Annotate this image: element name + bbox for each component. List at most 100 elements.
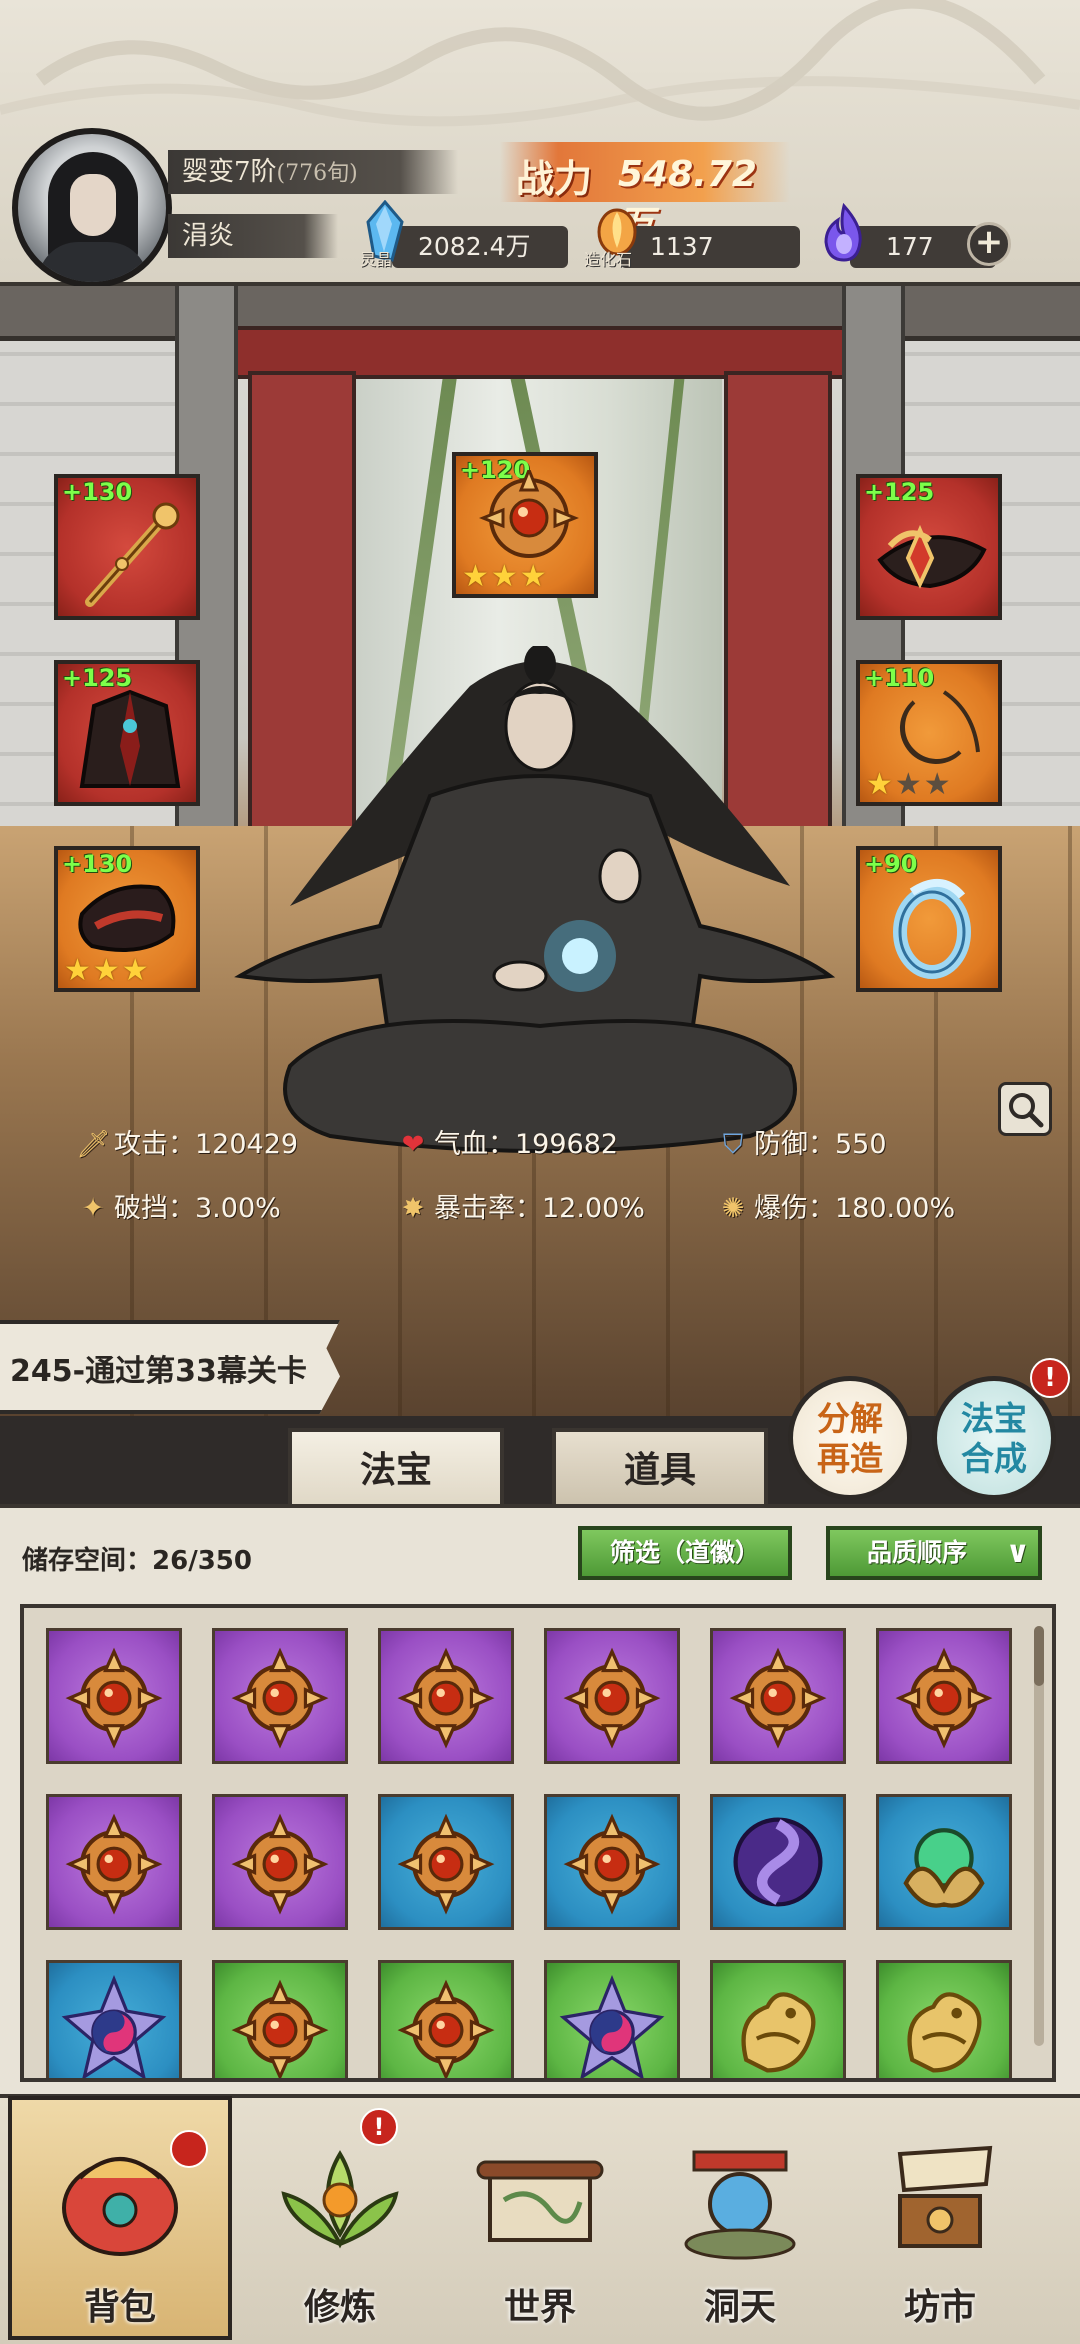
inventory-item[interactable]: [46, 1960, 182, 2078]
cultivate-alert-badge: !: [360, 2108, 398, 2146]
nav-label: 背包: [83, 2286, 156, 2328]
yin-yang-star-icon: [61, 1975, 167, 2078]
equip-slot-necklace[interactable]: +110 ★★★: [856, 660, 1002, 806]
slot-stars: ★★★: [866, 767, 953, 802]
sun-medallion-icon: [231, 1979, 329, 2078]
purple-flame-icon: [824, 202, 862, 262]
storage-value: 26/350: [152, 1546, 252, 1576]
tab-treasures[interactable]: 法宝: [288, 1428, 504, 1508]
stat-label: 暴击率：: [434, 1193, 542, 1224]
break-shield-icon: ✦: [81, 1193, 105, 1224]
inventory-item[interactable]: [710, 1794, 846, 1930]
crit-icon: ✸: [401, 1193, 425, 1224]
player-avatar[interactable]: [12, 128, 172, 288]
treasure-synthesis-button[interactable]: 法宝 合成: [932, 1376, 1056, 1500]
sun-medallion-icon: [563, 1647, 661, 1749]
attribute-panel: 🗡 攻击：120429 ❤ 气血：199682 ⛉ 防御：550 ✦ 破挡：3.00% …: [56, 1110, 1026, 1250]
stat-label: 防御：: [754, 1129, 835, 1160]
stat-armor-break: ✦ 破挡：3.00%: [76, 1186, 281, 1225]
backpack-icon: [62, 2157, 178, 2256]
golden-dragon-icon: [907, 1992, 982, 2073]
inventory-item[interactable]: [378, 1794, 514, 1930]
scrollbar-thumb[interactable]: [1034, 1626, 1044, 1686]
nav-cave-heaven[interactable]: 洞天: [640, 2100, 840, 2340]
stat-label: 破挡：: [114, 1193, 195, 1224]
crescent-pendant-icon: [899, 690, 980, 764]
sun-medallion-icon: [563, 1813, 661, 1915]
lotus-orb-icon: [281, 2150, 399, 2249]
inventory-item[interactable]: [876, 1794, 1012, 1930]
equip-slot-weapon[interactable]: +130: [54, 474, 200, 620]
inventory-item[interactable]: [46, 1628, 182, 1764]
sun-medallion-icon: [65, 1647, 163, 1749]
storage-label: 储存空间：: [22, 1546, 153, 1576]
realm-level: 婴变7阶: [182, 157, 277, 187]
stat-label: 气血：: [434, 1129, 515, 1160]
shield-icon: ⛉: [722, 1129, 744, 1160]
crown-headband-icon: [877, 524, 987, 589]
equip-slot-top[interactable]: +120 ★★★: [452, 452, 598, 598]
stat-value: 12.00%: [542, 1193, 645, 1224]
sun-medallion-icon: [65, 1813, 163, 1915]
jade-orb-icon: [903, 1828, 985, 1908]
market-icon: [897, 2145, 993, 2248]
nav-label: 坊市: [903, 2286, 976, 2328]
synth-label-2: 合成: [961, 1439, 1027, 1478]
inventory-grid[interactable]: [20, 1604, 1056, 2082]
stat-value: 550: [835, 1129, 887, 1160]
inventory-item[interactable]: [212, 1794, 348, 1930]
inventory-item[interactable]: [212, 1628, 348, 1764]
stat-value: 120429: [195, 1129, 299, 1160]
sun-medallion-icon: [479, 470, 579, 558]
add-resource-button[interactable]: +: [967, 222, 1011, 266]
inventory-item[interactable]: [544, 1960, 680, 2078]
sun-medallion-icon: [397, 1647, 495, 1749]
decompose-label-2: 再造: [817, 1439, 883, 1478]
crit-damage-icon: ✺: [721, 1193, 745, 1224]
yin-yang-star-icon: [559, 1975, 665, 2078]
inventory-item[interactable]: [710, 1628, 846, 1764]
creation-stone-label: 造化石: [584, 250, 633, 269]
inventory-item[interactable]: [212, 1960, 348, 2078]
inventory-item[interactable]: [378, 1628, 514, 1764]
stat-value: 199682: [515, 1129, 619, 1160]
sun-medallion-icon: [397, 1813, 495, 1915]
stat-attack: 🗡 攻击：120429: [76, 1122, 298, 1161]
sun-medallion-icon: [729, 1647, 827, 1749]
equip-slot-ring[interactable]: +90: [856, 846, 1002, 992]
equip-slot-boots[interactable]: +130 ★★★: [54, 846, 200, 992]
golden-staff-icon: [85, 502, 180, 607]
cloud-ornament: [0, 0, 1080, 127]
stat-label: 爆伤：: [754, 1193, 835, 1224]
inventory-item[interactable]: [544, 1628, 680, 1764]
nav-cultivate[interactable]: ! 修炼: [240, 2100, 440, 2340]
stat-defense: ⛉ 防御：550: [716, 1122, 887, 1161]
equip-slot-headband[interactable]: +125: [856, 474, 1002, 620]
quest-banner[interactable]: 245-通过第33幕关卡: [0, 1320, 340, 1414]
inventory-item[interactable]: [876, 1628, 1012, 1764]
nav-world[interactable]: 世界: [440, 2100, 640, 2340]
dark-boots-icon: [78, 884, 176, 952]
meditating-cultivator[interactable]: [230, 646, 850, 1186]
tab-items[interactable]: 道具: [552, 1428, 768, 1508]
inventory-scrollbar[interactable]: [1034, 1626, 1044, 2046]
inventory-item[interactable]: [876, 1960, 1012, 2078]
sort-dropdown[interactable]: 品质顺序 ∨: [826, 1526, 1042, 1580]
nav-backpack[interactable]: 背包: [20, 2100, 220, 2340]
avatar-face: [70, 174, 116, 236]
heart-icon: ❤: [401, 1129, 425, 1160]
inventory-item[interactable]: [710, 1960, 846, 2078]
inventory-item[interactable]: [544, 1794, 680, 1930]
water-ring-icon: [893, 879, 971, 979]
nav-label: 修炼: [303, 2286, 376, 2328]
spirit-crystal-amount: 2082.4万: [392, 226, 568, 268]
avatar-robe: [38, 242, 148, 282]
inventory-item[interactable]: [378, 1960, 514, 2078]
equip-slot-armor[interactable]: +125: [54, 660, 200, 806]
inventory-item[interactable]: [46, 1794, 182, 1930]
filter-button[interactable]: 筛选（道徽）: [578, 1526, 792, 1580]
decompose-remake-button[interactable]: 分解 再造: [788, 1376, 912, 1500]
golden-dragon-icon: [741, 1992, 816, 2073]
creation-stone-amount: 1137: [620, 226, 800, 268]
nav-market[interactable]: 坊市: [840, 2100, 1040, 2340]
